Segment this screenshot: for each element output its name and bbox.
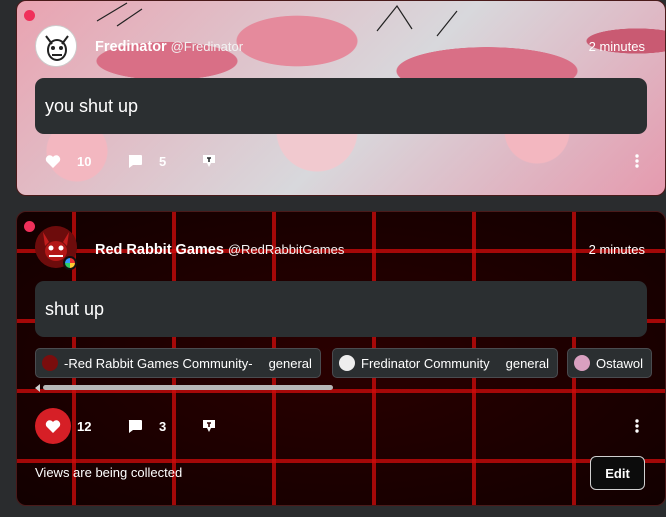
post-message: shut up bbox=[35, 281, 647, 337]
post-timestamp: 2 minutes bbox=[588, 242, 645, 257]
community-name: -Red Rabbit Games Community- bbox=[64, 355, 253, 371]
verified-badge bbox=[63, 256, 77, 270]
author-name[interactable]: Red Rabbit Games bbox=[95, 242, 224, 258]
unread-dot bbox=[24, 10, 35, 21]
post-author[interactable]: Fredinator @Fredinator bbox=[95, 38, 243, 55]
comment-button[interactable] bbox=[117, 408, 153, 444]
more-options-button[interactable] bbox=[627, 154, 647, 168]
unread-dot bbox=[24, 221, 35, 232]
like-action: 12 bbox=[35, 408, 103, 444]
community-chip[interactable]: Ostawol bbox=[567, 348, 652, 378]
post-message: you shut up bbox=[35, 78, 647, 134]
like-action: 10 bbox=[35, 143, 103, 179]
comment-icon bbox=[128, 154, 142, 168]
post-card: Fredinator @Fredinator 2 minutes you shu… bbox=[16, 0, 666, 196]
scroll-left-arrow[interactable] bbox=[35, 384, 40, 392]
post-feed: Fredinator @Fredinator 2 minutes you shu… bbox=[0, 0, 666, 517]
scroll-thumb[interactable] bbox=[43, 385, 333, 390]
comment-icon bbox=[128, 419, 142, 433]
author-handle[interactable]: @RedRabbitGames bbox=[228, 242, 345, 257]
more-vertical-icon bbox=[635, 154, 639, 168]
community-chip[interactable]: Fredinator Community general bbox=[332, 348, 558, 378]
chips-scrollbar[interactable] bbox=[35, 384, 635, 392]
author-handle[interactable]: @Fredinator bbox=[171, 39, 243, 54]
community-channel: general bbox=[268, 355, 312, 371]
post-actions: 10 5 bbox=[35, 143, 647, 179]
like-button[interactable] bbox=[35, 143, 71, 179]
background-sketch-art bbox=[96, 2, 458, 37]
comment-button[interactable] bbox=[117, 143, 153, 179]
post-author[interactable]: Red Rabbit Games @RedRabbitGames bbox=[95, 241, 344, 258]
post-card: Red Rabbit Games @RedRabbitGames 2 minut… bbox=[16, 211, 666, 506]
more-options-button[interactable] bbox=[627, 419, 647, 433]
repost-button[interactable] bbox=[191, 408, 227, 444]
community-name: Fredinator Community bbox=[361, 355, 490, 371]
comment-count: 5 bbox=[159, 153, 167, 169]
repost-icon bbox=[203, 420, 215, 432]
heart-icon bbox=[45, 154, 61, 168]
like-button[interactable] bbox=[35, 408, 71, 444]
more-vertical-icon bbox=[635, 419, 639, 433]
message-text: you shut up bbox=[45, 95, 139, 116]
author-name[interactable]: Fredinator bbox=[95, 39, 167, 55]
comment-count: 3 bbox=[159, 418, 167, 434]
community-name: Ostawol bbox=[596, 355, 643, 371]
post-actions: 12 3 bbox=[35, 408, 647, 444]
avatar[interactable] bbox=[35, 25, 77, 67]
repost-action bbox=[191, 408, 227, 444]
like-count: 12 bbox=[77, 418, 92, 434]
edit-button[interactable]: Edit bbox=[590, 456, 645, 490]
repost-icon bbox=[203, 155, 215, 167]
community-chips: -Red Rabbit Games Community- general Fre… bbox=[35, 348, 665, 380]
heart-icon bbox=[45, 419, 61, 433]
repost-button[interactable] bbox=[191, 143, 227, 179]
community-chip[interactable]: -Red Rabbit Games Community- general bbox=[35, 348, 321, 378]
like-count: 10 bbox=[77, 153, 92, 169]
comment-action: 5 bbox=[117, 143, 185, 179]
post-timestamp: 2 minutes bbox=[588, 39, 645, 54]
community-channel: general bbox=[505, 355, 549, 371]
community-icon bbox=[339, 355, 355, 371]
community-icon bbox=[42, 355, 58, 371]
comment-action: 3 bbox=[117, 408, 185, 444]
message-text: shut up bbox=[45, 298, 105, 319]
repost-action bbox=[191, 143, 227, 179]
community-icon bbox=[574, 355, 590, 371]
views-status: Views are being collected bbox=[35, 465, 183, 480]
